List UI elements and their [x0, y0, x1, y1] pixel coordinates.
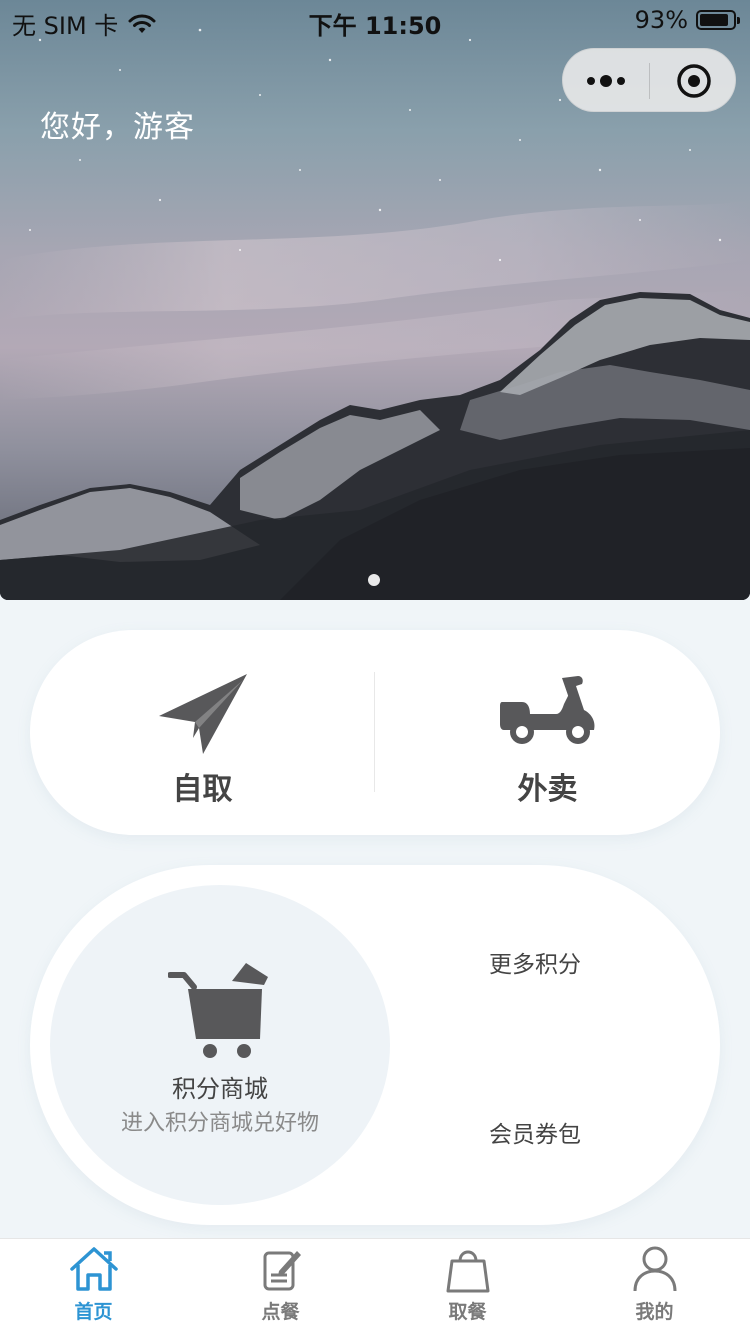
- miniprogram-capsule: [562, 48, 736, 112]
- tab-home-label: 首页: [74, 1301, 113, 1323]
- more-dot-icon: [617, 77, 625, 85]
- user-icon: [561, 1245, 748, 1293]
- battery-percent: 93%: [634, 6, 688, 34]
- tab-profile[interactable]: 我的: [561, 1239, 748, 1334]
- status-battery: 93%: [634, 6, 740, 34]
- order-type-card: 自取 外卖: [30, 630, 720, 835]
- greeting-text: 您好，游客: [40, 110, 195, 145]
- shopping-bag-icon: [374, 1245, 561, 1293]
- more-options-button[interactable]: [563, 49, 649, 113]
- status-bar: 无 SIM 卡 下午 11:50 93%: [0, 0, 750, 40]
- close-miniprogram-button[interactable]: [650, 49, 737, 113]
- pickup-label: 自取: [172, 772, 233, 807]
- banner-carousel[interactable]: 无 SIM 卡 下午 11:50 93% 您好，游客: [0, 0, 750, 600]
- pickup-option[interactable]: 自取: [30, 630, 375, 835]
- tab-profile-label: 我的: [635, 1301, 674, 1323]
- more-dot-icon: [600, 75, 612, 87]
- more-points-link[interactable]: 更多积分: [420, 945, 650, 979]
- delivery-label: 外卖: [517, 772, 578, 807]
- tab-pickup-label: 取餐: [448, 1301, 487, 1323]
- order-edit-icon: [187, 1245, 374, 1293]
- battery-icon: [696, 10, 740, 30]
- tab-bar: 首页 点餐 取餐 我的: [0, 1238, 750, 1334]
- points-mall-subtitle: 进入积分商城兑好物: [120, 1111, 319, 1136]
- tab-home[interactable]: 首页: [0, 1239, 187, 1334]
- scooter-icon: [375, 672, 720, 746]
- home-icon: [0, 1245, 187, 1293]
- target-icon: [676, 64, 711, 98]
- tab-order[interactable]: 点餐: [187, 1239, 374, 1334]
- coupon-pack-link[interactable]: 会员券包: [420, 1115, 650, 1149]
- carousel-indicator[interactable]: [368, 574, 380, 586]
- points-mall-title: 积分商城: [172, 1075, 268, 1103]
- tab-order-label: 点餐: [261, 1301, 300, 1323]
- shopping-cart-icon: [50, 961, 390, 1059]
- delivery-option[interactable]: 外卖: [375, 630, 720, 835]
- paper-plane-icon: [30, 672, 375, 756]
- points-mall-button[interactable]: 积分商城 进入积分商城兑好物: [50, 885, 390, 1205]
- points-card: 积分商城 进入积分商城兑好物 更多积分 会员券包: [30, 865, 720, 1225]
- tab-pickup[interactable]: 取餐: [374, 1239, 561, 1334]
- more-dot-icon: [587, 77, 595, 85]
